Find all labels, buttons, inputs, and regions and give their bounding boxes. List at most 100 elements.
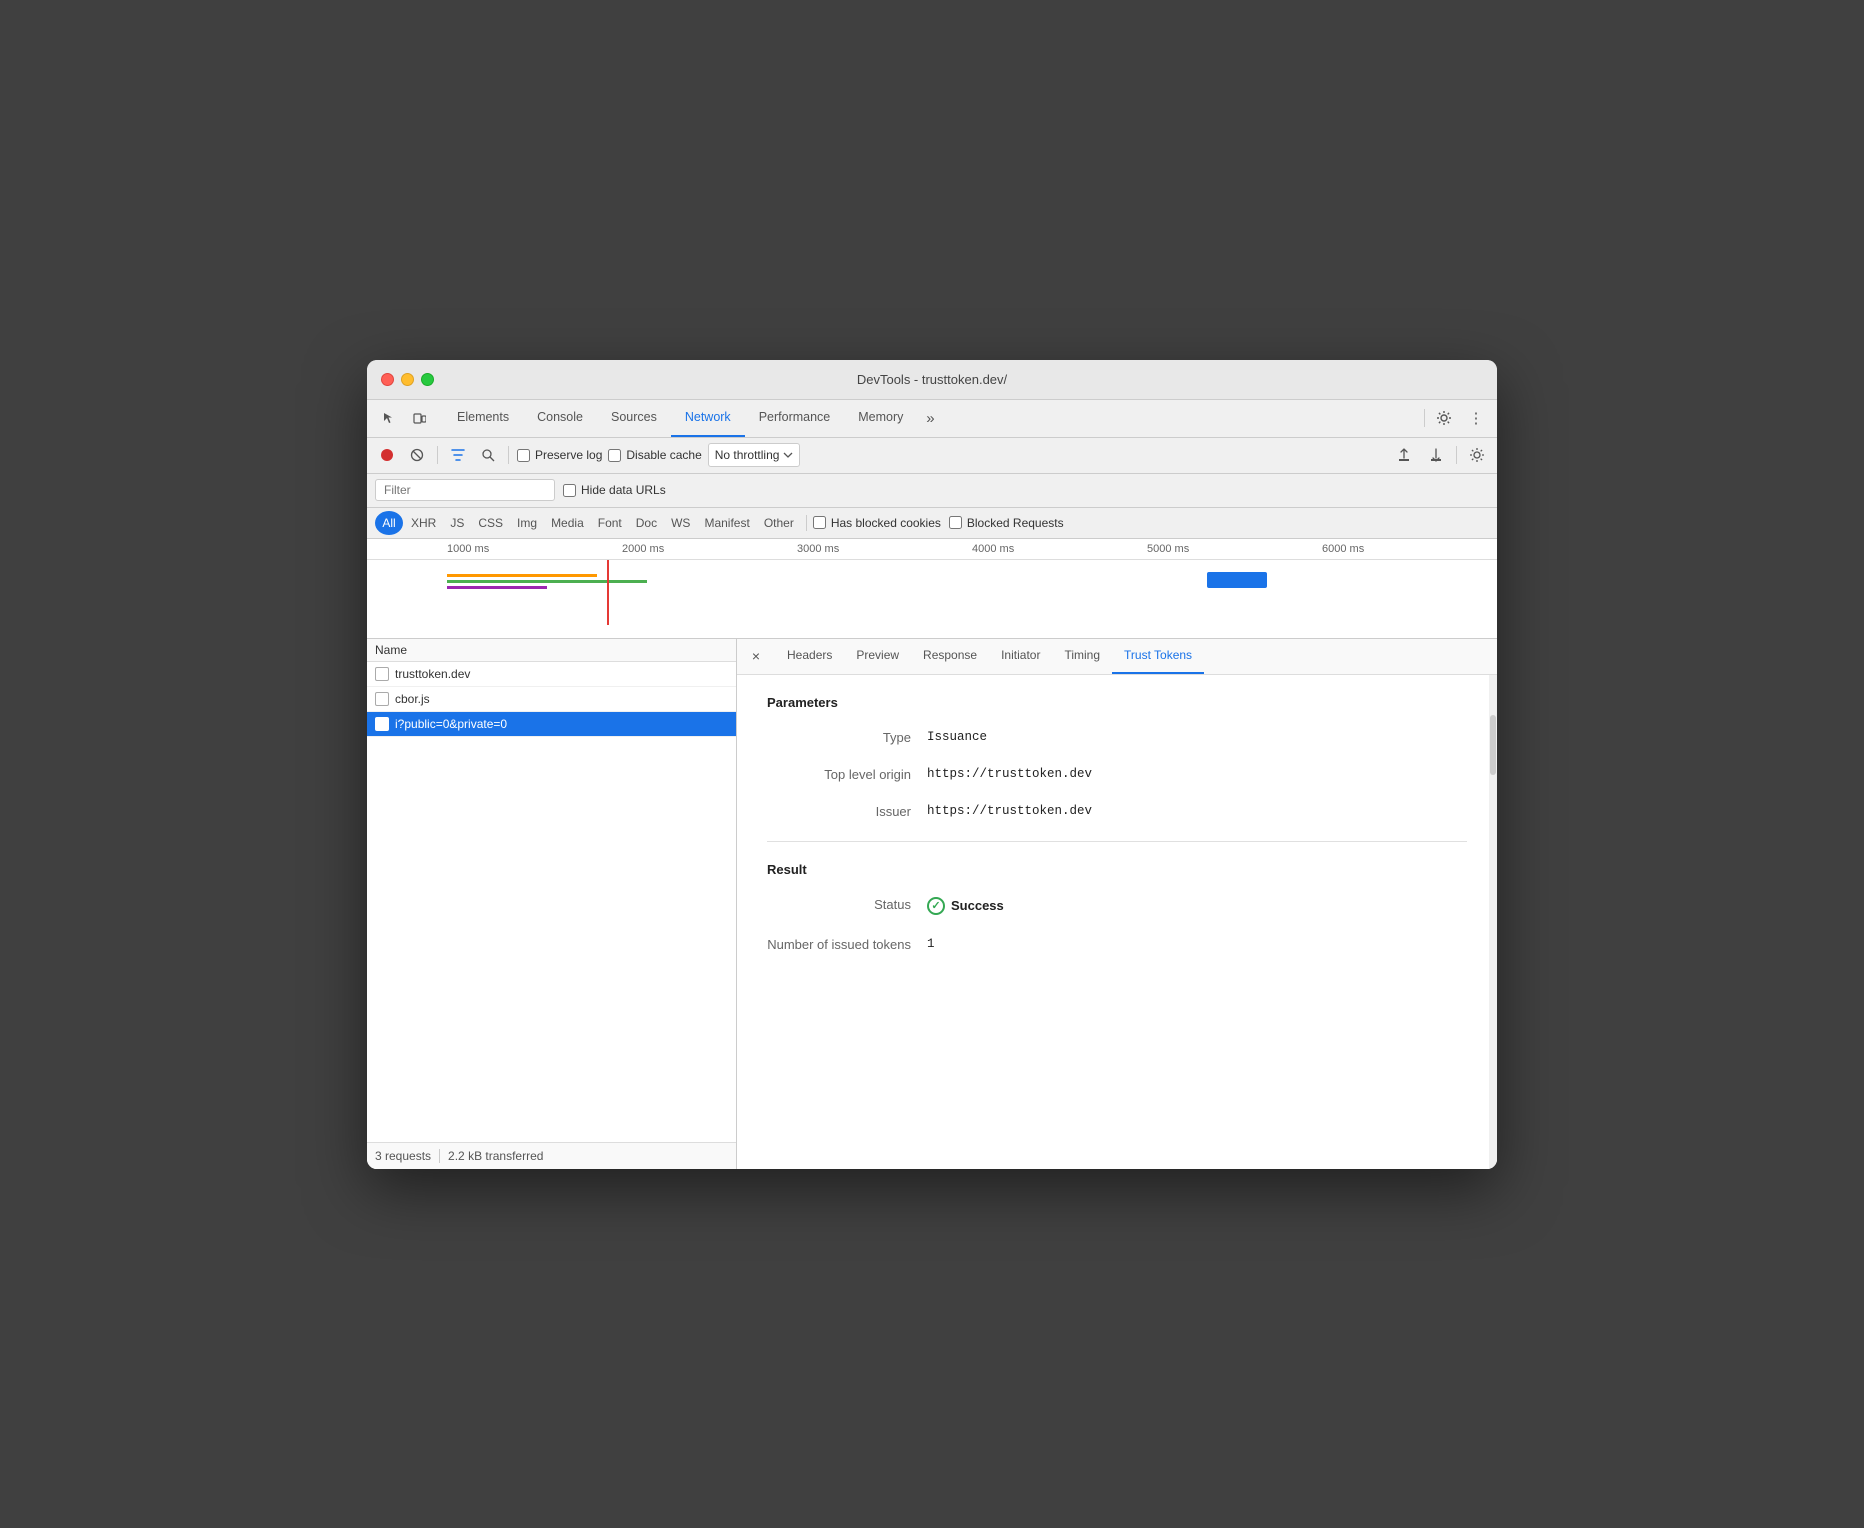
toolbar-sep-1 <box>437 446 438 464</box>
cursor-icon-button[interactable] <box>375 404 403 432</box>
tokens-value: 1 <box>927 937 935 951</box>
details-close-button[interactable]: × <box>745 645 767 667</box>
tabs-bar: Elements Console Sources Network Perform… <box>367 400 1497 438</box>
type-value: Issuance <box>927 730 987 744</box>
issuer-value: https://trusttoken.dev <box>927 804 1092 818</box>
type-filter-css[interactable]: CSS <box>472 511 509 535</box>
devtools: Elements Console Sources Network Perform… <box>367 400 1497 1169</box>
requests-header-label: Name <box>375 643 407 657</box>
scrollbar-thumb[interactable] <box>1490 715 1496 775</box>
clear-button[interactable] <box>405 443 429 467</box>
top-level-origin-row: Top level origin https://trusttoken.dev <box>767 767 1467 782</box>
requests-footer: 3 requests 2.2 kB transferred <box>367 1142 736 1169</box>
blocked-requests-input[interactable] <box>949 516 962 529</box>
titlebar: DevTools - trusttoken.dev/ <box>367 360 1497 400</box>
type-filter-img[interactable]: Img <box>511 511 543 535</box>
has-blocked-cookies-input[interactable] <box>813 516 826 529</box>
footer-transferred: 2.2 kB transferred <box>448 1149 543 1163</box>
type-filter-separator <box>806 515 807 531</box>
tab-timing[interactable]: Timing <box>1052 639 1112 674</box>
throttle-dropdown[interactable]: No throttling <box>708 443 801 467</box>
hide-data-urls-input[interactable] <box>563 484 576 497</box>
main-tabs: Elements Console Sources Network Perform… <box>443 400 1424 437</box>
upload-button[interactable] <box>1392 443 1416 467</box>
timeline-vline-red <box>607 560 609 625</box>
timeline-ruler: 1000 ms 2000 ms 3000 ms 4000 ms 5000 ms … <box>367 539 1497 560</box>
disable-cache-checkbox[interactable]: Disable cache <box>608 448 701 462</box>
preserve-log-checkbox[interactable]: Preserve log <box>517 448 602 462</box>
type-filter-other[interactable]: Other <box>758 511 800 535</box>
details-content[interactable]: Parameters Type Issuance Top level origi… <box>737 675 1497 1169</box>
device-toggle-button[interactable] <box>405 404 433 432</box>
type-label: Type <box>767 730 927 745</box>
request-icon-1 <box>375 667 389 681</box>
close-button[interactable] <box>381 373 394 386</box>
window-title: DevTools - trusttoken.dev/ <box>857 372 1007 387</box>
more-tabs-button[interactable]: » <box>917 405 943 431</box>
main-area: Name trusttoken.dev cbor.js i?public=0&p… <box>367 639 1497 1169</box>
network-settings-button[interactable] <box>1465 443 1489 467</box>
cookie-filters: Has blocked cookies Blocked Requests <box>813 516 1064 530</box>
upload-download-icons <box>1392 443 1448 467</box>
disable-cache-input[interactable] <box>608 449 621 462</box>
search-icon-button[interactable] <box>476 443 500 467</box>
request-item-3[interactable]: i?public=0&private=0 <box>367 712 736 737</box>
type-filters: All XHR JS CSS Img Media Font Doc WS Man… <box>367 508 1497 539</box>
type-filter-ws[interactable]: WS <box>665 511 696 535</box>
record-button[interactable] <box>375 443 399 467</box>
type-filter-media[interactable]: Media <box>545 511 590 535</box>
has-blocked-cookies-checkbox[interactable]: Has blocked cookies <box>813 516 941 530</box>
type-filter-js[interactable]: JS <box>444 511 470 535</box>
blocked-requests-checkbox[interactable]: Blocked Requests <box>949 516 1064 530</box>
tab-preview[interactable]: Preview <box>844 639 911 674</box>
tab-console[interactable]: Console <box>523 400 597 437</box>
type-filter-doc[interactable]: Doc <box>630 511 663 535</box>
status-text: Success <box>951 898 1004 913</box>
tab-response[interactable]: Response <box>911 639 989 674</box>
type-filter-all[interactable]: All <box>375 511 403 535</box>
type-filter-xhr[interactable]: XHR <box>405 511 442 535</box>
traffic-lights <box>381 373 434 386</box>
more-options-button[interactable]: ⋮ <box>1463 405 1489 431</box>
request-name-3: i?public=0&private=0 <box>395 717 507 731</box>
request-item-2[interactable]: cbor.js <box>367 687 736 712</box>
parameters-title: Parameters <box>767 695 1467 710</box>
filter-input[interactable] <box>375 479 555 501</box>
scrollbar-track[interactable] <box>1489 675 1497 1169</box>
tab-trust-tokens[interactable]: Trust Tokens <box>1112 639 1204 674</box>
minimize-button[interactable] <box>401 373 414 386</box>
preserve-log-input[interactable] <box>517 449 530 462</box>
type-filter-font[interactable]: Font <box>592 511 628 535</box>
tab-memory[interactable]: Memory <box>844 400 917 437</box>
success-icon: ✓ <box>927 897 945 915</box>
top-level-origin-label: Top level origin <box>767 767 927 782</box>
tab-initiator[interactable]: Initiator <box>989 639 1052 674</box>
timeline-bar-green <box>447 580 647 583</box>
filter-icon-button[interactable] <box>446 443 470 467</box>
tab-elements[interactable]: Elements <box>443 400 523 437</box>
timeline-content <box>367 560 1497 625</box>
status-row: Status ✓ Success <box>767 897 1467 915</box>
settings-icon-button[interactable] <box>1431 405 1457 431</box>
tab-sources[interactable]: Sources <box>597 400 671 437</box>
tab-performance[interactable]: Performance <box>745 400 845 437</box>
maximize-button[interactable] <box>421 373 434 386</box>
top-level-origin-value: https://trusttoken.dev <box>927 767 1092 781</box>
type-filter-manifest[interactable]: Manifest <box>698 511 755 535</box>
request-item-1[interactable]: trusttoken.dev <box>367 662 736 687</box>
footer-requests: 3 requests <box>375 1149 431 1163</box>
tabs-right-icons: ⋮ <box>1424 405 1489 431</box>
timeline-area[interactable]: 1000 ms 2000 ms 3000 ms 4000 ms 5000 ms … <box>367 539 1497 639</box>
timeline-tick-5: 5000 ms <box>1147 543 1322 555</box>
type-row: Type Issuance <box>767 730 1467 745</box>
timeline-tick-6: 6000 ms <box>1322 543 1497 555</box>
toolbar-sep-2 <box>508 446 509 464</box>
tab-network[interactable]: Network <box>671 400 745 437</box>
request-list[interactable]: trusttoken.dev cbor.js i?public=0&privat… <box>367 662 736 1142</box>
request-icon-3 <box>375 717 389 731</box>
tab-headers[interactable]: Headers <box>775 639 844 674</box>
status-label: Status <box>767 897 927 912</box>
download-button[interactable] <box>1424 443 1448 467</box>
timeline-tick-1: 1000 ms <box>447 543 622 555</box>
hide-data-urls-checkbox[interactable]: Hide data URLs <box>563 483 666 497</box>
